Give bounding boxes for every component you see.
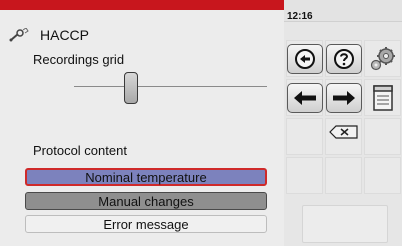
control-panel: 12:16 bbox=[284, 0, 402, 246]
settings-button[interactable] bbox=[365, 44, 401, 74]
grid-cell bbox=[286, 157, 323, 194]
settings-panel: HACCP Recordings grid Protocol content N… bbox=[0, 0, 284, 246]
back-button[interactable] bbox=[287, 44, 323, 74]
top-red-bar bbox=[0, 0, 284, 10]
grid-cell bbox=[325, 157, 362, 194]
option-nominal-temperature[interactable]: Nominal temperature bbox=[25, 168, 267, 186]
grid-cell bbox=[364, 118, 401, 155]
document-button[interactable] bbox=[365, 83, 401, 113]
protocol-content-label: Protocol content bbox=[33, 143, 127, 158]
previous-button[interactable] bbox=[287, 83, 323, 113]
settings-gears-icon bbox=[370, 47, 395, 71]
help-icon bbox=[334, 49, 354, 69]
grid-cell bbox=[286, 118, 323, 155]
back-circle-icon bbox=[295, 49, 315, 69]
recordings-grid-slider-track[interactable] bbox=[74, 86, 267, 87]
wrench-icon bbox=[9, 28, 29, 42]
document-icon bbox=[373, 85, 393, 111]
arrow-left-icon bbox=[294, 91, 316, 105]
recordings-grid-slider-thumb[interactable] bbox=[124, 72, 138, 104]
grid-cell bbox=[364, 157, 401, 194]
option-manual-changes[interactable]: Manual changes bbox=[25, 192, 267, 210]
page-title-text: HACCP bbox=[40, 27, 90, 43]
backspace-button[interactable] bbox=[328, 124, 360, 140]
status-bar: 12:16 bbox=[284, 0, 402, 22]
option-error-message[interactable]: Error message bbox=[25, 215, 267, 233]
help-button[interactable] bbox=[326, 44, 362, 74]
empty-action-button[interactable] bbox=[302, 205, 388, 243]
arrow-right-icon bbox=[333, 91, 355, 105]
next-button[interactable] bbox=[326, 83, 362, 113]
backspace-icon bbox=[329, 125, 358, 139]
page-title: HACCP bbox=[8, 26, 89, 44]
clock: 12:16 bbox=[287, 11, 313, 22]
recordings-grid-label: Recordings grid bbox=[33, 52, 125, 67]
